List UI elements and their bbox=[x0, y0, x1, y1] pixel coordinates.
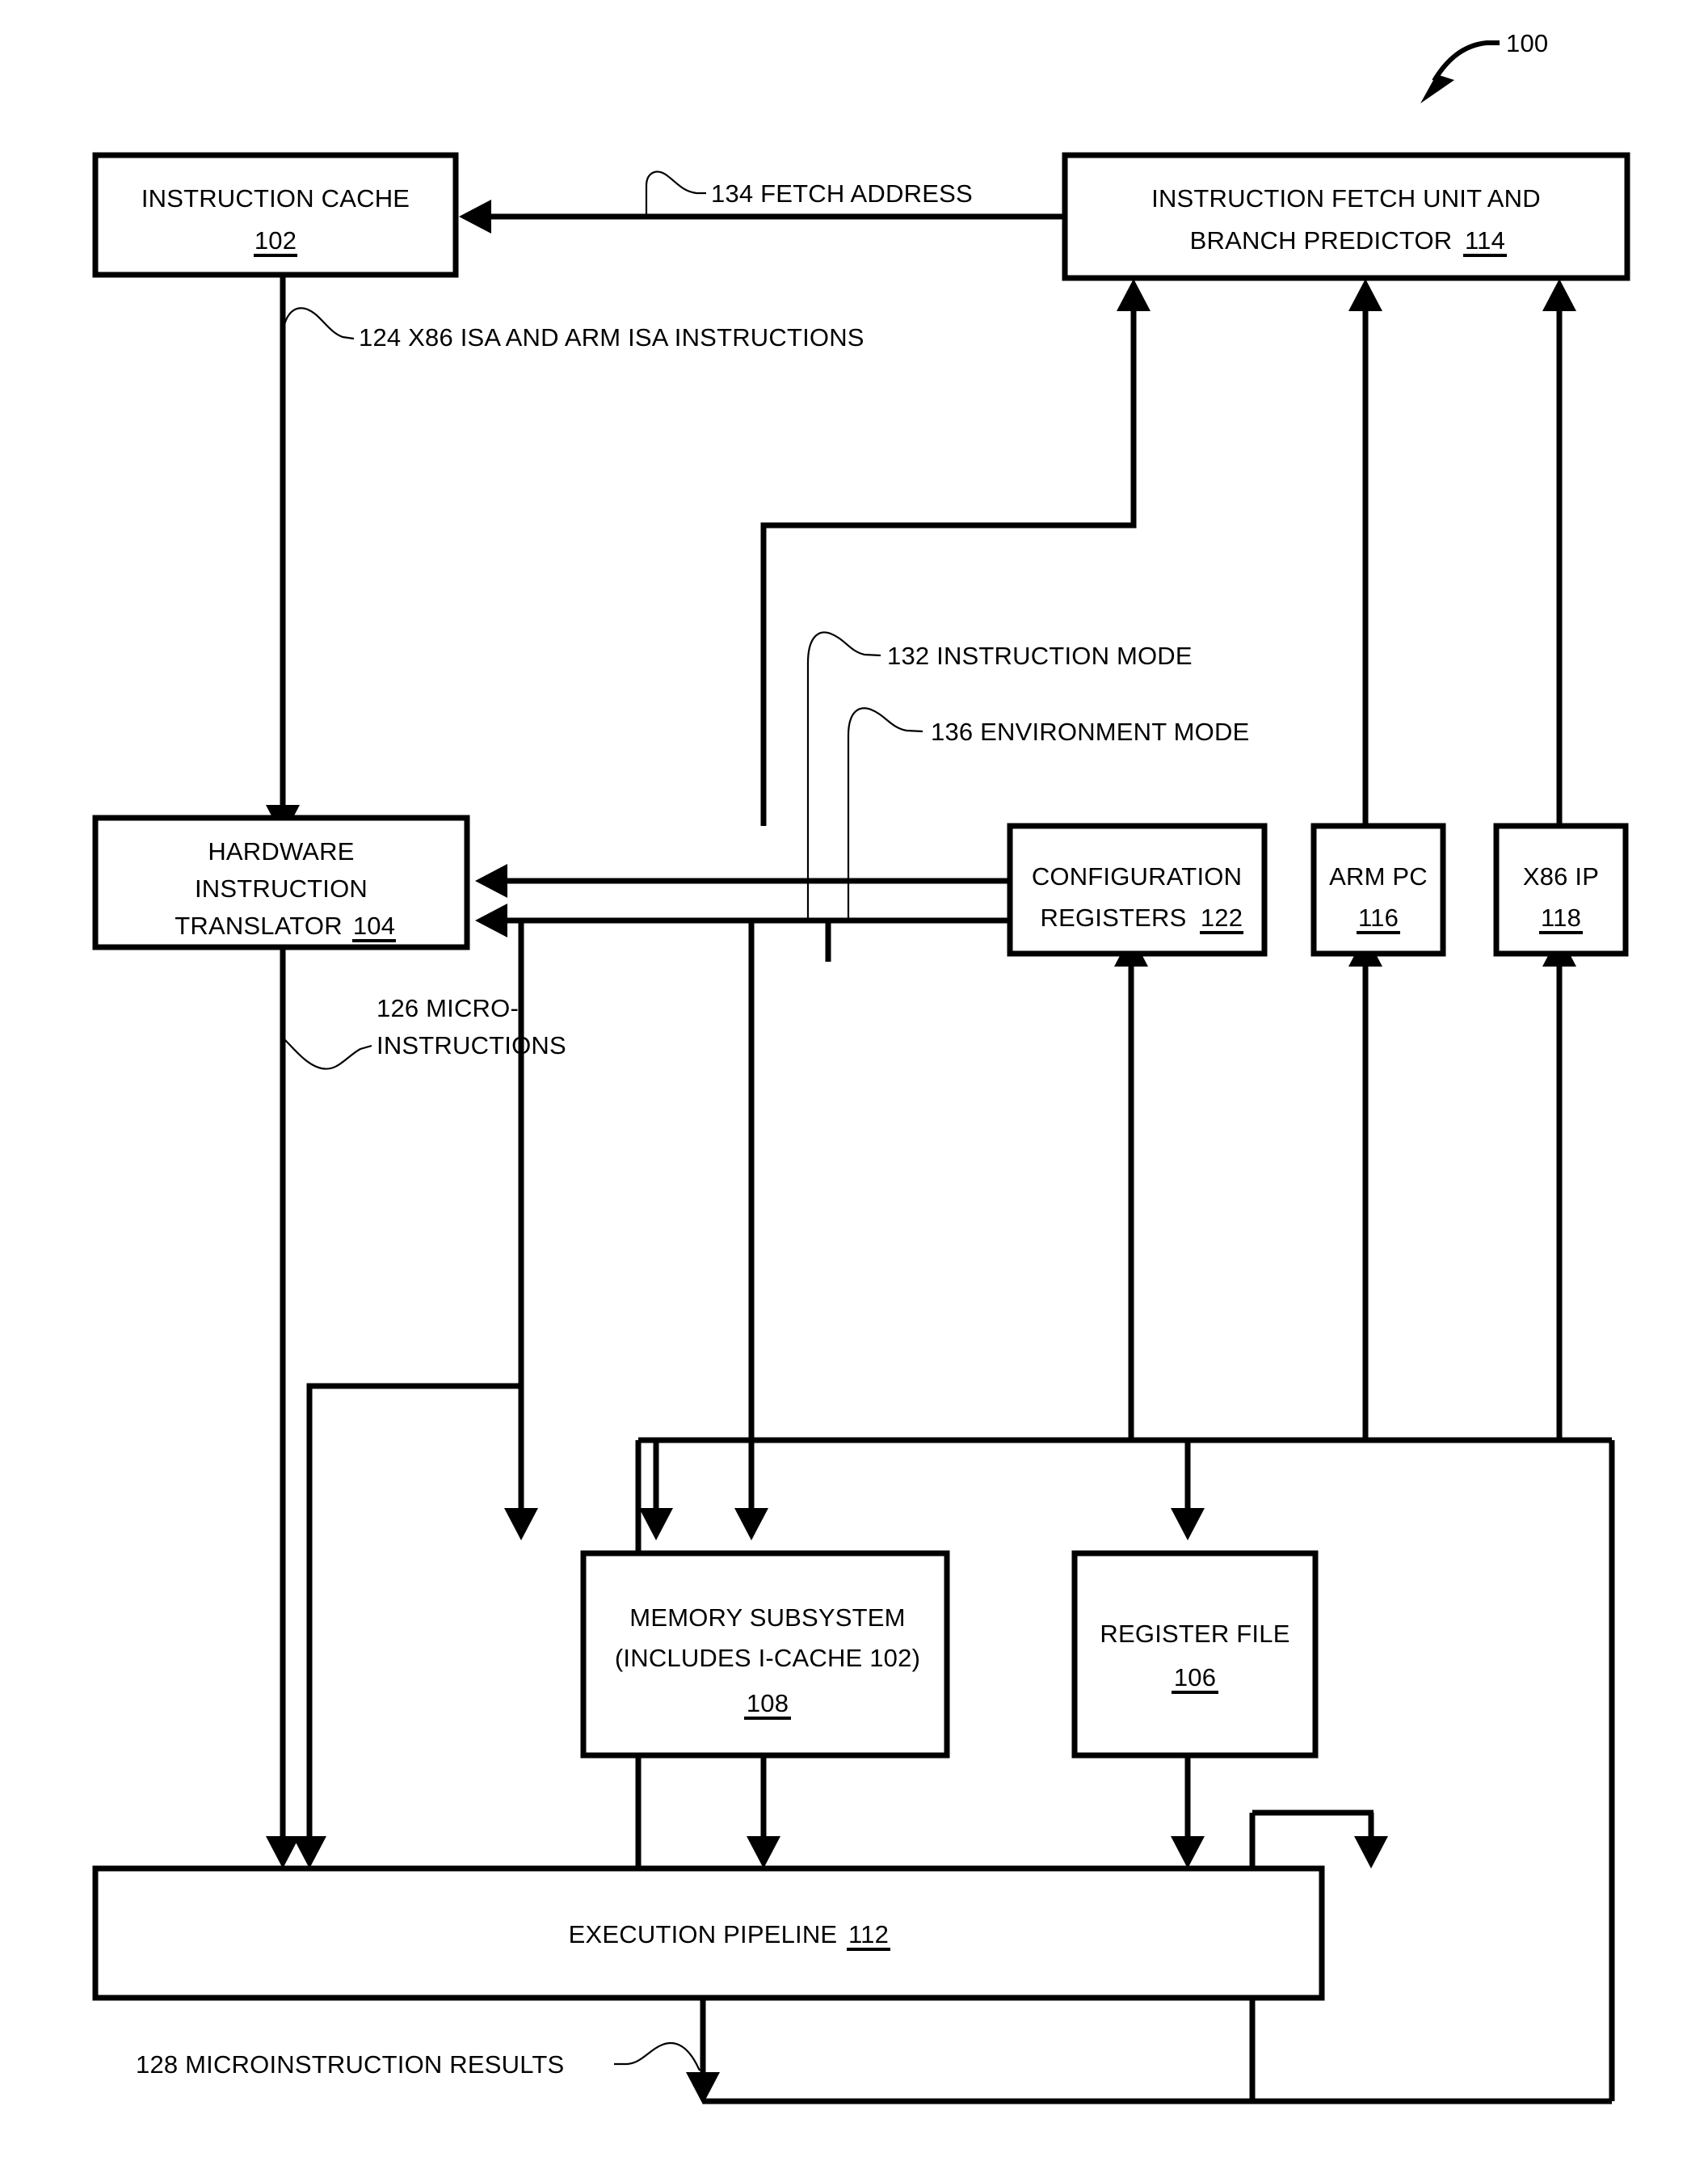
block-arm-pc-ref: 116 bbox=[1358, 904, 1399, 932]
arrowhead-microinstructions bbox=[266, 1836, 300, 1868]
block-instruction-fetch-unit-rect[interactable] bbox=[1062, 152, 1630, 281]
arrowhead-translator-to-memory-a bbox=[504, 1508, 538, 1540]
block-configuration-registers-ref: 122 bbox=[1201, 904, 1243, 932]
callout-microinstructions: 126 MICRO- INSTRUCTIONS bbox=[284, 994, 566, 1070]
isa-instructions-leader bbox=[281, 307, 355, 340]
block-instruction-cache[interactable]: INSTRUCTION CACHE 102 bbox=[92, 152, 459, 278]
microinstructions-leader bbox=[284, 1038, 372, 1070]
arrowhead-memory-to-pipeline bbox=[747, 1836, 780, 1868]
figure-number-label: 100 bbox=[1506, 29, 1548, 57]
arrowhead-config-to-memory bbox=[734, 1508, 768, 1540]
block-register-file[interactable]: REGISTER FILE 106 bbox=[1071, 1550, 1319, 1759]
block-x86-ip-label: X86 IP bbox=[1523, 862, 1599, 891]
arrowhead-arm-pc-to-fetch-unit bbox=[1348, 279, 1382, 311]
block-hardware-instruction-translator-label-line2: INSTRUCTION bbox=[195, 874, 368, 903]
block-register-file-label: REGISTER FILE bbox=[1100, 1620, 1289, 1648]
arrowhead-register-file-to-pipeline bbox=[1171, 1836, 1205, 1868]
instruction-mode-label: 132 INSTRUCTION MODE bbox=[887, 642, 1193, 670]
callout-fetch-address: 134 FETCH ADDRESS bbox=[645, 171, 973, 217]
environment-mode-leader bbox=[847, 707, 923, 923]
block-memory-subsystem-ref: 108 bbox=[747, 1689, 789, 1717]
block-configuration-registers-label-line1: CONFIGURATION bbox=[1032, 862, 1242, 891]
microinstructions-label-line2: INSTRUCTIONS bbox=[377, 1031, 566, 1060]
block-hardware-instruction-translator-label-line1: HARDWARE bbox=[208, 837, 354, 866]
block-configuration-registers-label-line2: REGISTERS bbox=[1041, 904, 1187, 932]
block-arm-pc-label: ARM PC bbox=[1329, 862, 1428, 891]
block-execution-pipeline-ref: 112 bbox=[848, 1920, 889, 1948]
block-arm-pc[interactable]: ARM PC 116 bbox=[1310, 823, 1446, 957]
environment-mode-label: 136 ENVIRONMENT MODE bbox=[931, 718, 1249, 746]
block-instruction-fetch-unit-label-line2: BRANCH PREDICTOR bbox=[1190, 226, 1453, 255]
arrowhead-bus-to-register-file bbox=[1171, 1508, 1205, 1540]
arrowhead-figure-number bbox=[1420, 74, 1454, 103]
arrowhead-fetch-address bbox=[459, 200, 491, 234]
arrowhead-feedback-to-pipeline bbox=[1354, 1836, 1388, 1868]
block-x86-ip-ref: 118 bbox=[1541, 904, 1581, 932]
block-memory-subsystem[interactable]: MEMORY SUBSYSTEM (INCLUDES I-CACHE 102) … bbox=[580, 1550, 950, 1759]
microinstruction-results-leader bbox=[614, 2042, 700, 2071]
fetch-address-label: 134 FETCH ADDRESS bbox=[711, 179, 973, 208]
block-instruction-fetch-unit[interactable]: INSTRUCTION FETCH UNIT AND BRANCH PREDIC… bbox=[1062, 152, 1630, 281]
block-instruction-cache-ref: 102 bbox=[255, 226, 297, 255]
arrowhead-x86-ip-to-fetch-unit bbox=[1542, 279, 1576, 311]
arrowhead-config-to-fetch-unit bbox=[1117, 279, 1151, 311]
fetch-address-leader bbox=[645, 171, 706, 217]
block-execution-pipeline-label: EXECUTION PIPELINE bbox=[569, 1920, 838, 1948]
isa-instructions-label: 124 X86 ISA AND ARM ISA INSTRUCTIONS bbox=[359, 323, 865, 352]
block-configuration-registers[interactable]: CONFIGURATION REGISTERS 122 bbox=[1007, 823, 1268, 957]
microinstruction-results-label: 128 MICROINSTRUCTION RESULTS bbox=[136, 2050, 564, 2079]
block-instruction-fetch-unit-ref: 114 bbox=[1465, 226, 1505, 255]
block-execution-pipeline[interactable]: EXECUTION PIPELINE 112 bbox=[92, 1865, 1325, 2001]
arrowhead-collector-upper-to-pipeline bbox=[292, 1836, 326, 1868]
block-diagram-figure: INSTRUCTION CACHE 102 INSTRUCTION FETCH … bbox=[92, 29, 1630, 2104]
arrowhead-instruction-mode bbox=[475, 864, 507, 898]
arrowhead-bus-to-memory-b bbox=[639, 1508, 673, 1540]
block-hardware-instruction-translator-ref: 104 bbox=[353, 912, 395, 940]
block-register-file-rect[interactable] bbox=[1071, 1550, 1319, 1759]
wire-config-to-fetch-unit bbox=[760, 297, 1137, 826]
arrowhead-environment-mode bbox=[475, 904, 507, 937]
figure-number-leader bbox=[1432, 40, 1500, 82]
microinstructions-label-line1: 126 MICRO- bbox=[377, 994, 519, 1022]
block-hardware-instruction-translator-label-line3: TRANSLATOR bbox=[175, 912, 343, 940]
block-memory-subsystem-label-line2: (INCLUDES I-CACHE 102) bbox=[615, 1644, 920, 1672]
block-instruction-fetch-unit-label-line1: INSTRUCTION FETCH UNIT AND bbox=[1151, 184, 1541, 213]
callout-figure-number: 100 bbox=[1420, 29, 1548, 103]
block-hardware-instruction-translator[interactable]: HARDWARE INSTRUCTION TRANSLATOR 104 bbox=[92, 815, 470, 950]
callout-isa-instructions: 124 X86 ISA AND ARM ISA INSTRUCTIONS bbox=[281, 307, 865, 352]
wire-collector-upper bbox=[306, 1383, 521, 1849]
block-memory-subsystem-label-line1: MEMORY SUBSYSTEM bbox=[629, 1603, 905, 1632]
block-x86-ip[interactable]: X86 IP 118 bbox=[1493, 823, 1629, 957]
block-register-file-ref: 106 bbox=[1174, 1663, 1216, 1691]
callout-microinstruction-results: 128 MICROINSTRUCTION RESULTS bbox=[136, 2042, 700, 2079]
block-instruction-cache-label: INSTRUCTION CACHE bbox=[141, 184, 410, 213]
patent-figure-page: INSTRUCTION CACHE 102 INSTRUCTION FETCH … bbox=[0, 0, 1708, 2178]
